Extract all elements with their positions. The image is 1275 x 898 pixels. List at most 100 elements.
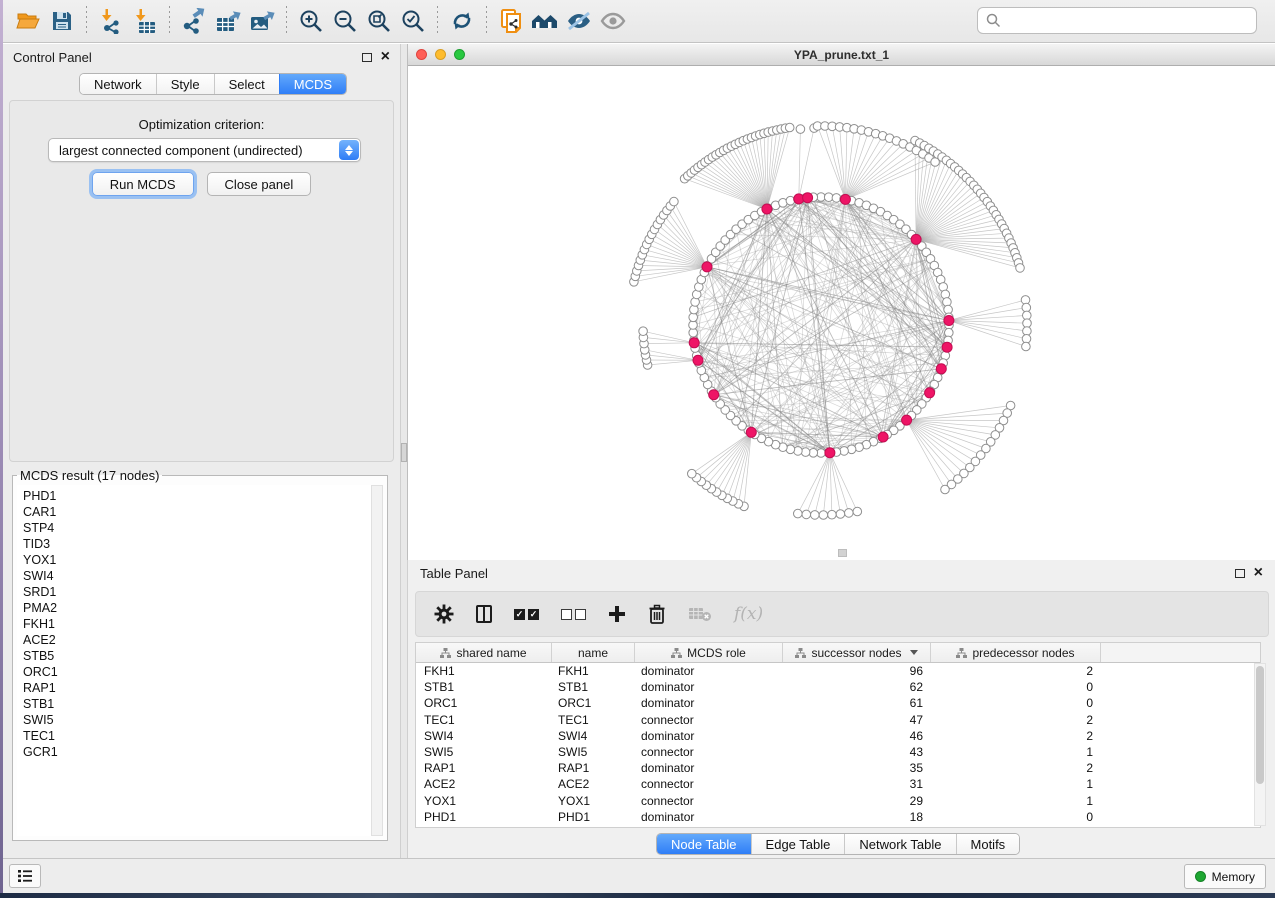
mcds-result-item[interactable]: SWI4 [23, 568, 371, 584]
table-row[interactable]: FKH1FKH1dominator962 [416, 663, 1260, 679]
graph-node[interactable] [785, 123, 794, 132]
result-list-scrollbar[interactable] [371, 485, 383, 836]
table-row[interactable]: SWI5SWI5connector431 [416, 744, 1260, 760]
graph-hub-node[interactable] [925, 388, 935, 398]
deselect-all-columns-icon[interactable] [561, 609, 586, 620]
close-panel-icon[interactable]: × [1254, 568, 1263, 578]
mcds-result-item[interactable]: FKH1 [23, 616, 371, 632]
graph-node[interactable] [943, 298, 952, 307]
sort-chevron-icon[interactable] [910, 650, 918, 655]
mcds-result-item[interactable]: TEC1 [23, 728, 371, 744]
delete-column-icon[interactable] [648, 604, 666, 624]
mcds-result-item[interactable]: SWI5 [23, 712, 371, 728]
optimization-criterion-select[interactable]: largest connected component (undirected) [48, 138, 361, 162]
graph-hub-node[interactable] [709, 390, 719, 400]
export-image-icon[interactable] [245, 4, 279, 38]
tab-motifs[interactable]: Motifs [956, 834, 1020, 854]
task-history-button[interactable] [9, 864, 41, 888]
hide-selected-icon[interactable] [562, 4, 596, 38]
column-header-successor-nodes[interactable]: successor nodes [783, 643, 931, 662]
mcds-result-item[interactable]: PHD1 [23, 488, 371, 504]
graph-hub-node[interactable] [693, 355, 703, 365]
toggle-column-view-icon[interactable] [476, 605, 492, 623]
float-window-icon[interactable] [1235, 569, 1245, 578]
graph-node[interactable] [853, 507, 862, 516]
mcds-result-item[interactable]: STB1 [23, 696, 371, 712]
mcds-result-item[interactable]: YOX1 [23, 552, 371, 568]
first-neighbors-icon[interactable] [528, 4, 562, 38]
zoom-in-icon[interactable] [294, 4, 328, 38]
graph-node[interactable] [819, 511, 828, 520]
graph-hub-node[interactable] [689, 338, 699, 348]
graph-hub-node[interactable] [762, 204, 772, 214]
graph-hub-node[interactable] [746, 427, 756, 437]
tab-node-table[interactable]: Node Table [657, 834, 751, 854]
table-row[interactable]: YOX1YOX1connector291 [416, 793, 1260, 809]
graph-node[interactable] [941, 485, 950, 494]
graph-node[interactable] [840, 447, 849, 456]
mcds-result-item[interactable]: SRD1 [23, 584, 371, 600]
search-field[interactable] [977, 7, 1257, 34]
mcds-result-item[interactable]: ACE2 [23, 632, 371, 648]
open-file-icon[interactable] [11, 4, 45, 38]
graph-node[interactable] [801, 448, 810, 457]
settings-gear-icon[interactable] [434, 604, 454, 624]
graph-node[interactable] [794, 509, 803, 518]
close-panel-button[interactable]: Close panel [207, 172, 312, 196]
network-scroll-handle[interactable] [838, 549, 847, 557]
tab-network[interactable]: Network [80, 74, 156, 94]
table-row[interactable]: PHD1PHD1dominator180 [416, 809, 1260, 825]
graph-node[interactable] [690, 305, 699, 314]
graph-node[interactable] [832, 194, 841, 203]
save-icon[interactable] [45, 4, 79, 38]
column-header-predecessor-nodes[interactable]: predecessor nodes [931, 643, 1101, 662]
close-window-icon[interactable] [416, 49, 427, 60]
graph-hub-node[interactable] [936, 364, 946, 374]
graph-node[interactable] [688, 469, 697, 478]
network-canvas[interactable] [408, 66, 1275, 560]
graph-node[interactable] [1016, 264, 1025, 273]
mcds-result-item[interactable]: RAP1 [23, 680, 371, 696]
graph-node[interactable] [828, 510, 837, 519]
float-window-icon[interactable] [362, 53, 372, 62]
mcds-result-item[interactable]: STP4 [23, 520, 371, 536]
graph-node[interactable] [1022, 303, 1031, 312]
graph-hub-node[interactable] [803, 193, 813, 203]
refresh-icon[interactable] [445, 4, 479, 38]
mcds-result-item[interactable]: ORC1 [23, 664, 371, 680]
export-network-icon[interactable] [177, 4, 211, 38]
add-column-icon[interactable] [608, 605, 626, 623]
maximize-window-icon[interactable] [454, 49, 465, 60]
zoom-fit-icon[interactable] [362, 4, 396, 38]
tab-style[interactable]: Style [156, 74, 214, 94]
tab-edge-table[interactable]: Edge Table [751, 834, 845, 854]
table-row[interactable]: SWI4SWI4dominator462 [416, 728, 1260, 744]
graph-node[interactable] [811, 511, 820, 520]
tab-mcds[interactable]: MCDS [279, 74, 346, 94]
graph-hub-node[interactable] [878, 432, 888, 442]
zoom-out-icon[interactable] [328, 4, 362, 38]
minimize-window-icon[interactable] [435, 49, 446, 60]
graph-hub-node[interactable] [825, 448, 835, 458]
graph-node[interactable] [639, 327, 648, 336]
graph-hub-node[interactable] [944, 316, 954, 326]
table-row[interactable]: ORC1ORC1dominator610 [416, 695, 1260, 711]
graph-node[interactable] [796, 125, 805, 134]
export-table-icon[interactable] [211, 4, 245, 38]
table-row[interactable]: TEC1TEC1connector472 [416, 712, 1260, 728]
copy-view-icon[interactable] [494, 4, 528, 38]
graph-node[interactable] [1022, 342, 1031, 351]
graph-node[interactable] [802, 510, 811, 519]
network-graph[interactable] [408, 66, 1275, 560]
mcds-result-item[interactable]: TID3 [23, 536, 371, 552]
mcds-result-item[interactable]: CAR1 [23, 504, 371, 520]
graph-hub-node[interactable] [702, 262, 712, 272]
table-row[interactable]: STB1STB1dominator620 [416, 679, 1260, 695]
graph-hub-node[interactable] [840, 194, 850, 204]
column-header-shared-name[interactable]: shared name [416, 643, 552, 662]
graph-hub-node[interactable] [911, 234, 921, 244]
graph-node[interactable] [845, 509, 854, 518]
tab-select[interactable]: Select [214, 74, 279, 94]
search-input[interactable] [1007, 13, 1248, 28]
mcds-result-item[interactable]: STB5 [23, 648, 371, 664]
